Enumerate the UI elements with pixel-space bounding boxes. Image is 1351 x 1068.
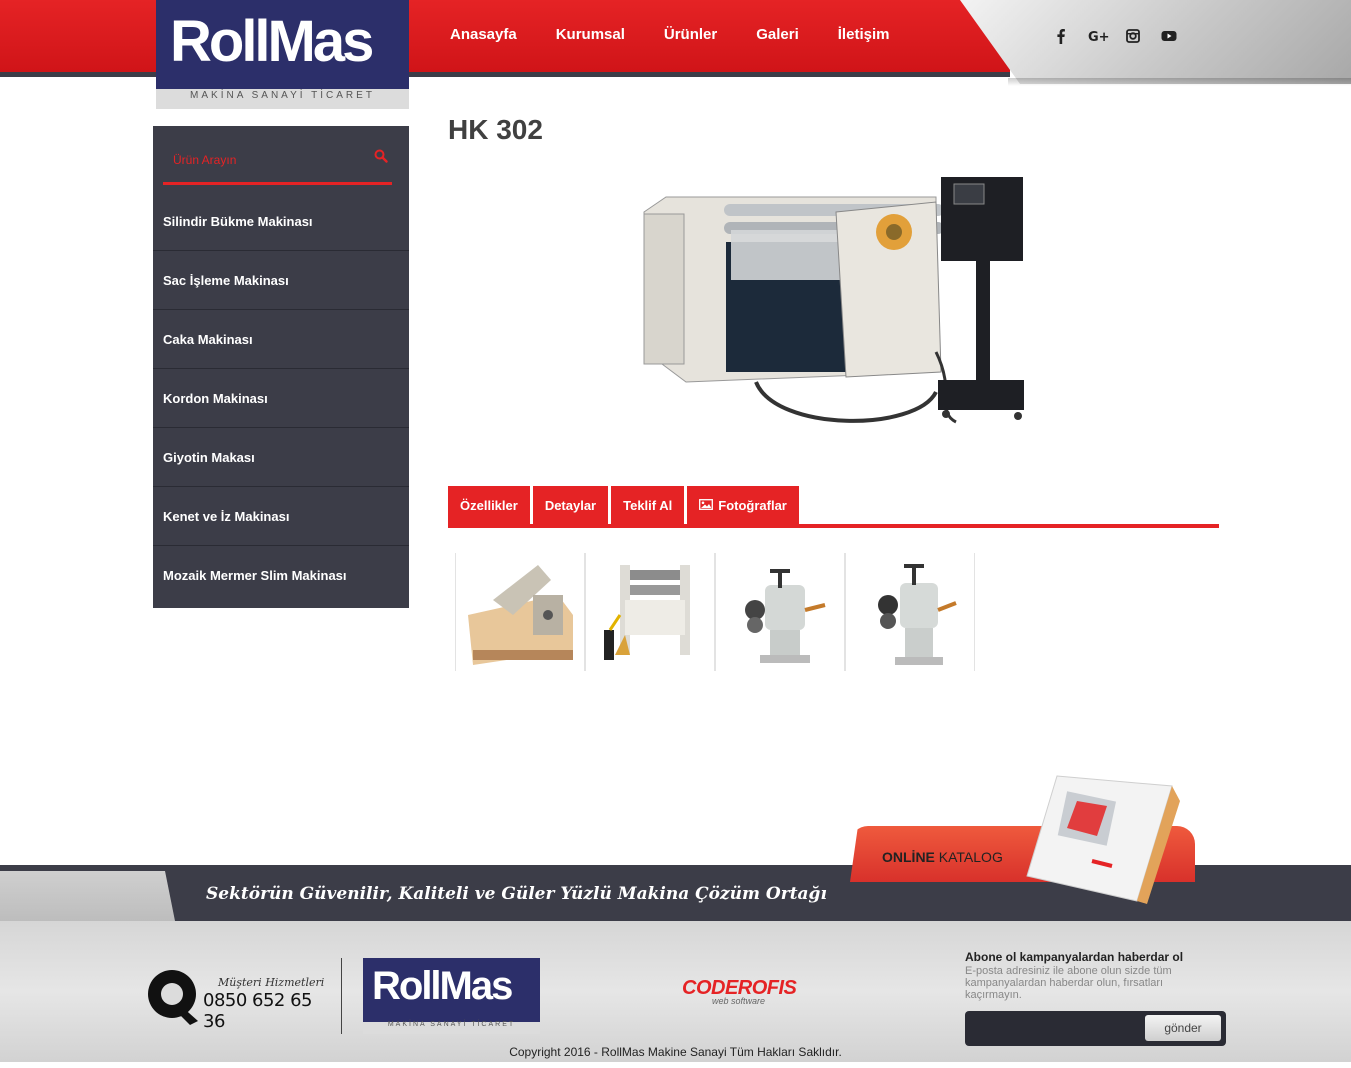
logo-roll: Roll xyxy=(170,9,271,74)
footer-logo-wordmark[interactable]: RollMas xyxy=(372,964,514,1009)
logo-subtitle: MAKİNA SANAYİ TİCARET xyxy=(190,90,375,101)
category-sac-isleme[interactable]: Sac İşleme Makinası xyxy=(153,251,409,310)
footer-logo-mas: Mas xyxy=(439,964,514,1008)
product-image xyxy=(636,172,1036,437)
footer-logo-subtitle: MAKİNA SANAYİ TİCARET xyxy=(387,1021,516,1028)
copyright: Copyright 2016 - RollMas Makine Sanayi T… xyxy=(509,1045,842,1059)
logo-wordmark[interactable]: RollMas xyxy=(170,8,375,75)
logo-mas: Mas xyxy=(267,9,375,74)
tab-ozellikler[interactable]: Özellikler xyxy=(448,486,530,524)
gallery-thumbnail[interactable] xyxy=(715,553,845,671)
nav-iletisim[interactable]: İletişim xyxy=(838,26,890,43)
footer-slogan: Sektörün Güvenilir, Kaliteli ve Güler Yü… xyxy=(206,884,827,904)
tab-fotograflar-label: Fotoğraflar xyxy=(718,497,787,513)
tab-teklif-al[interactable]: Teklif Al xyxy=(611,486,685,524)
nav-galeri[interactable]: Galeri xyxy=(756,26,799,43)
category-giyotin[interactable]: Giyotin Makası xyxy=(153,428,409,487)
footer-left-plate xyxy=(0,871,175,921)
svg-text:G+: G+ xyxy=(1088,30,1110,45)
category-sidebar: Ürün Arayın Silindir Bükme Makinası Sac … xyxy=(153,126,409,608)
header-stripe xyxy=(0,72,1010,77)
category-kordon[interactable]: Kordon Makinası xyxy=(153,369,409,428)
catalog-book-icon[interactable] xyxy=(1022,766,1222,906)
category-menu: Silindir Bükme Makinası Sac İşleme Makin… xyxy=(153,192,409,605)
catalog-online-word: ONLİNE xyxy=(882,849,935,865)
product-search[interactable]: Ürün Arayın xyxy=(163,140,392,185)
newsletter-description: E-posta adresiniz ile abone olun sizde t… xyxy=(965,965,1172,1001)
category-silindir-bukme[interactable]: Silindir Bükme Makinası xyxy=(153,192,409,251)
developer-logo-sub: web software xyxy=(712,996,766,1006)
header-silver-shadow xyxy=(1008,78,1351,86)
page-title: HK 302 xyxy=(448,114,543,145)
page: RollMas MAKİNA SANAYİ TİCARET Anasayfa K… xyxy=(0,0,1351,1068)
photo-gallery xyxy=(455,553,975,671)
newsletter-title: Abone ol kampanyalardan haberdar ol xyxy=(965,950,1184,964)
category-kenet-iz[interactable]: Kenet ve İz Makinası xyxy=(153,487,409,546)
nav-urunler[interactable]: Ürünler xyxy=(664,26,717,43)
gallery-thumbnail[interactable] xyxy=(845,553,975,671)
tab-detaylar[interactable]: Detaylar xyxy=(532,486,609,524)
social-links: G+ xyxy=(1052,27,1178,45)
gallery-thumbnail[interactable] xyxy=(455,553,585,671)
footer-divider xyxy=(341,958,342,1034)
main-nav: Anasayfa Kurumsal Ürünler Galeri İletişi… xyxy=(450,26,928,43)
search-input[interactable]: Ürün Arayın xyxy=(173,153,236,167)
youtube-icon[interactable] xyxy=(1160,27,1178,45)
online-catalog-label[interactable]: ONLİNE KATALOG xyxy=(882,849,1003,865)
category-caka[interactable]: Caka Makinası xyxy=(153,310,409,369)
customer-service-hotline[interactable]: Müşteri Hizmetleri 0850 652 65 36 xyxy=(146,967,326,1032)
google-plus-icon[interactable]: G+ xyxy=(1088,27,1110,45)
category-mozaik-mermer[interactable]: Mozaik Mermer Slim Makinası xyxy=(153,546,409,605)
nav-kurumsal[interactable]: Kurumsal xyxy=(556,26,625,43)
gallery-thumbnail[interactable] xyxy=(585,553,715,671)
footer-logo-roll: Roll xyxy=(372,964,442,1008)
hotline-number: 0850 652 65 36 xyxy=(203,990,313,1032)
newsletter-submit-button[interactable]: gönder xyxy=(1145,1015,1221,1041)
product-tabs: Özellikler Detaylar Teklif Al Fotoğrafla… xyxy=(448,486,1219,528)
newsletter: Abone ol kampanyalardan haberdar ol E-po… xyxy=(965,950,1226,1046)
instagram-icon[interactable] xyxy=(1124,27,1142,45)
hotline-label: Müşteri Hizmetleri xyxy=(218,976,325,989)
tab-fotograflar[interactable]: Fotoğraflar xyxy=(687,486,799,524)
nav-anasayfa[interactable]: Anasayfa xyxy=(450,26,517,43)
catalog-word: KATALOG xyxy=(938,849,1003,865)
search-icon[interactable] xyxy=(374,149,388,163)
facebook-icon[interactable] xyxy=(1052,27,1070,45)
image-icon xyxy=(699,498,714,513)
bottom-edge xyxy=(0,1062,1351,1068)
